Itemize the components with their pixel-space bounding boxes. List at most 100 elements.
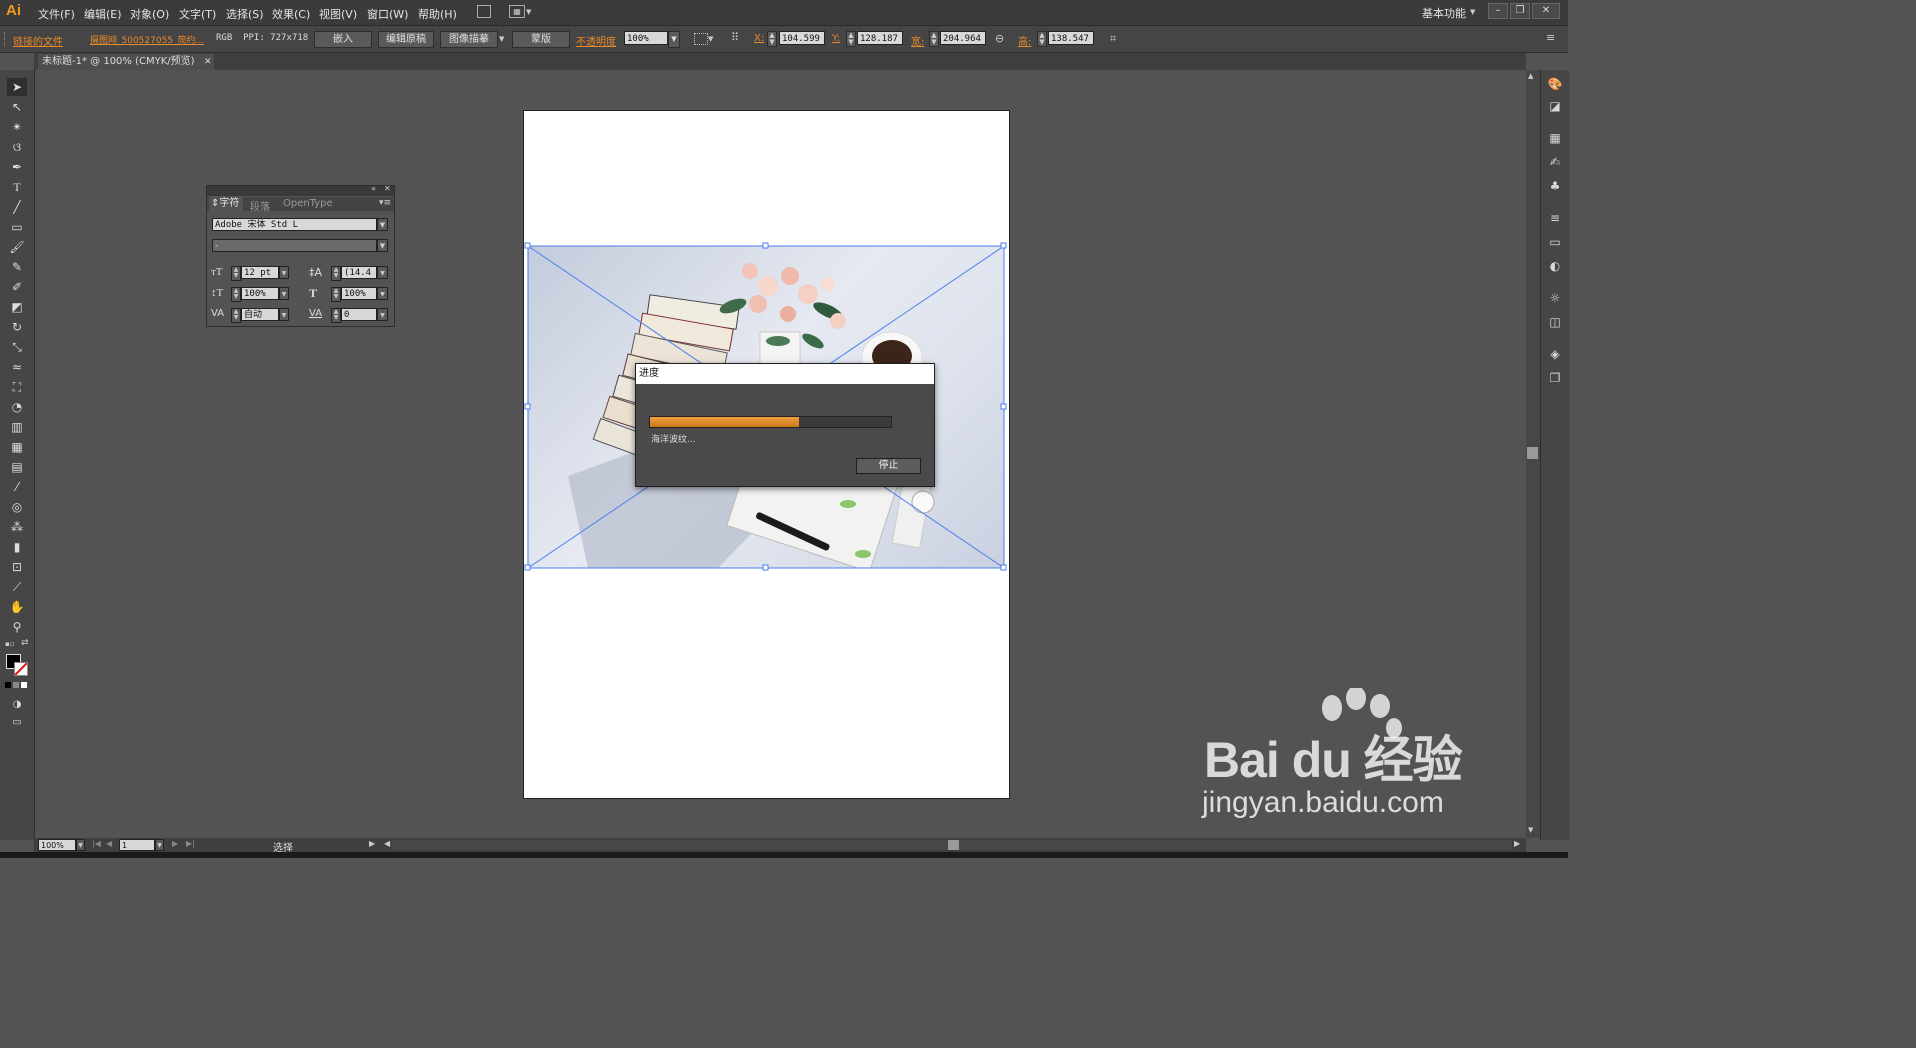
x-stepper[interactable]: ▲ ▼	[767, 31, 777, 47]
gradient-panel-icon[interactable]: ▭	[1546, 234, 1564, 250]
chevron-down-icon[interactable]: ▼	[377, 266, 388, 279]
line-tool-icon[interactable]: ╱	[7, 198, 27, 216]
graphic-styles-icon[interactable]: ◫	[1546, 314, 1564, 330]
menu-help[interactable]: 帮助(H)	[418, 6, 457, 22]
tab-opentype[interactable]: OpenType	[283, 198, 333, 209]
page-field[interactable]: 1	[119, 839, 155, 851]
blob-brush-tool-icon[interactable]: ✐	[7, 278, 27, 296]
tracking-field[interactable]: 0	[341, 308, 377, 321]
menu-type[interactable]: 文字(T)	[179, 6, 216, 22]
chevron-down-icon[interactable]: ▼	[377, 218, 388, 231]
swap-colors-icon[interactable]: ⇄	[21, 638, 29, 648]
font-size-stepper[interactable]: ▲ ▼	[231, 266, 241, 281]
panel-menu-icon[interactable]: ▾≡	[379, 198, 391, 208]
scroll-up-icon[interactable]: ▲	[1528, 72, 1533, 80]
chevron-down-icon[interactable]: ▼	[377, 287, 388, 300]
shape-builder-tool-icon[interactable]: ◔	[7, 398, 27, 416]
y-stepper[interactable]: ▲ ▼	[846, 31, 856, 47]
transparency-panel-icon[interactable]: ◐	[1546, 258, 1564, 274]
tracking-stepper[interactable]: ▲ ▼	[331, 308, 341, 323]
layers-panel-icon[interactable]: ◈	[1546, 346, 1564, 362]
color-panel-icon[interactable]: 🎨	[1546, 76, 1564, 92]
minimize-button[interactable]: –	[1488, 3, 1508, 19]
zoom-tool-icon[interactable]: ⚲	[7, 618, 27, 636]
chevron-down-icon[interactable]: ▼	[155, 839, 164, 851]
eraser-tool-icon[interactable]: ◩	[7, 298, 27, 316]
screen-mode-icon[interactable]: ▭	[7, 714, 27, 732]
pen-tool-icon[interactable]: ✒	[7, 158, 27, 176]
gradient-mode-icon[interactable]	[13, 682, 19, 688]
paintbrush-tool-icon[interactable]: 🖌	[7, 238, 27, 256]
free-transform-tool-icon[interactable]: ⛶	[7, 378, 27, 396]
horizontal-scale-field[interactable]: 100%	[341, 287, 377, 300]
stroke-panel-icon[interactable]: ≡	[1546, 210, 1564, 226]
chevron-down-icon[interactable]: ▼	[1470, 8, 1475, 16]
height-stepper[interactable]: ▲ ▼	[1037, 31, 1047, 47]
x-field[interactable]: 104.599	[779, 31, 825, 45]
opacity-label[interactable]: 不透明度	[576, 33, 616, 48]
horizontal-scale-stepper[interactable]: ▲ ▼	[331, 287, 341, 302]
chevron-down-icon[interactable]: ▼	[499, 35, 504, 43]
transform-icon[interactable]: ⌗	[1110, 32, 1116, 46]
close-button[interactable]: ✕	[1532, 3, 1560, 19]
first-page-icon[interactable]: |◀	[92, 839, 101, 848]
previous-page-icon[interactable]: ◀	[106, 839, 112, 848]
kerning-field[interactable]: 自动	[241, 308, 279, 321]
font-size-field[interactable]: 12 pt	[241, 266, 279, 279]
width-field[interactable]: 204.964	[940, 31, 986, 45]
linked-file-link[interactable]: 链接的文件	[13, 33, 63, 48]
vertical-scroll-thumb[interactable]	[1527, 447, 1538, 459]
scroll-right-icon[interactable]: ▶	[1514, 839, 1520, 848]
draw-mode-icon[interactable]: ◑	[7, 696, 27, 714]
y-field[interactable]: 128.187	[857, 31, 903, 45]
lasso-tool-icon[interactable]: ଓ	[7, 138, 27, 156]
kerning-stepper[interactable]: ▲ ▼	[231, 308, 241, 323]
close-icon[interactable]: ✕	[204, 54, 212, 70]
slice-tool-icon[interactable]: ⟋	[7, 578, 27, 596]
vertical-scale-field[interactable]: 100%	[241, 287, 279, 300]
pencil-tool-icon[interactable]: ✎	[7, 258, 27, 276]
color-mode-icon[interactable]	[5, 682, 11, 688]
link-constrain-icon[interactable]: ⊖	[995, 32, 1004, 45]
next-page-icon[interactable]: ▶	[172, 839, 178, 848]
magic-wand-tool-icon[interactable]: ✴	[7, 118, 27, 136]
artboards-panel-icon[interactable]: ❐	[1546, 370, 1564, 386]
stroke-color-swatch[interactable]	[14, 662, 28, 676]
opacity-field[interactable]: 100%	[624, 31, 668, 45]
font-family-field[interactable]: Adobe 宋体 Std L	[212, 218, 377, 231]
font-style-field[interactable]: -	[212, 239, 377, 252]
rotate-tool-icon[interactable]: ↻	[7, 318, 27, 336]
leading-field[interactable]: (14.4	[341, 266, 377, 279]
chevron-down-icon[interactable]: ▼	[279, 308, 289, 321]
zoom-field[interactable]: 100%	[38, 839, 76, 851]
chevron-down-icon[interactable]: ▼	[708, 35, 713, 43]
selection-tool-icon[interactable]: ➤	[7, 78, 27, 96]
chevron-down-icon[interactable]: ▼	[279, 266, 289, 279]
vertical-scale-stepper[interactable]: ▲ ▼	[231, 287, 241, 302]
chevron-down-icon[interactable]: ▼	[377, 239, 388, 252]
chevron-down-icon[interactable]: ▼	[279, 287, 289, 300]
bridge-icon[interactable]	[477, 5, 491, 18]
artboard-tool-icon[interactable]: ⊡	[7, 558, 27, 576]
appearance-panel-icon[interactable]: ☼	[1546, 290, 1564, 306]
menu-effect[interactable]: 效果(C)	[272, 6, 310, 22]
leading-stepper[interactable]: ▲ ▼	[331, 266, 341, 281]
menu-view[interactable]: 视图(V)	[319, 6, 357, 22]
gradient-tool-icon[interactable]: ▤	[7, 458, 27, 476]
scale-tool-icon[interactable]: ⤡	[7, 338, 27, 356]
swatches-panel-icon[interactable]: ▦	[1546, 130, 1564, 146]
chevron-down-icon[interactable]: ▼	[76, 839, 85, 851]
close-icon[interactable]: ✕	[384, 184, 391, 193]
perspective-grid-tool-icon[interactable]: ▥	[7, 418, 27, 436]
blend-tool-icon[interactable]: ◎	[7, 498, 27, 516]
stop-button[interactable]: 停止	[856, 458, 921, 474]
menu-window[interactable]: 窗口(W)	[367, 6, 408, 22]
chevron-down-icon[interactable]: ▼	[377, 308, 388, 321]
eyedropper-tool-icon[interactable]: ⁄	[7, 478, 27, 496]
scroll-left-icon[interactable]: ◀	[384, 839, 390, 848]
chevron-down-icon[interactable]: ▼	[526, 8, 531, 16]
warp-tool-icon[interactable]: ≈	[7, 358, 27, 376]
direct-selection-tool-icon[interactable]: ↖	[7, 98, 27, 116]
image-trace-button[interactable]: 图像描摹	[440, 31, 498, 48]
graph-tool-icon[interactable]: ▮	[7, 538, 27, 556]
